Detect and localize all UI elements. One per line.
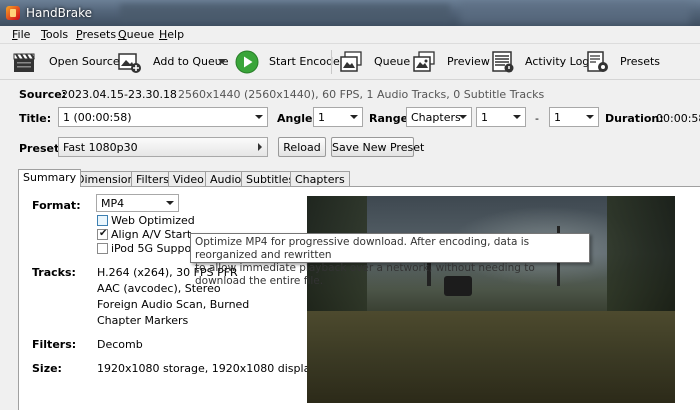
web-optimized-label: Web Optimized bbox=[111, 214, 195, 227]
blurred-background bbox=[460, 2, 690, 24]
duration-value: 00:00:58 bbox=[656, 112, 700, 125]
angle-label: Angle: bbox=[277, 112, 317, 125]
tab-chapters[interactable]: Chapters bbox=[290, 171, 350, 186]
preview-label: Preview bbox=[447, 55, 490, 68]
preset-selector-value: Fast 1080p30 bbox=[63, 141, 138, 154]
title-select-value: 1 (00:00:58) bbox=[63, 111, 132, 124]
menu-tools[interactable]: Tools bbox=[41, 28, 68, 41]
angle-select-value: 1 bbox=[318, 111, 325, 124]
track-item: Chapter Markers bbox=[97, 314, 189, 327]
tracks-label: Tracks: bbox=[32, 266, 76, 279]
format-select[interactable]: MP4 bbox=[96, 194, 179, 212]
chevron-down-icon[interactable] bbox=[218, 59, 226, 65]
activity-log-icon bbox=[492, 51, 514, 73]
activity-log-label: Activity Log bbox=[525, 55, 590, 68]
window-title: HandBrake bbox=[26, 6, 93, 20]
menu-help[interactable]: Help bbox=[159, 28, 184, 41]
size-label: Size: bbox=[32, 362, 62, 375]
toolbar-separator bbox=[331, 50, 332, 74]
toolbar: Open Source Add to Queue Start Encode Qu… bbox=[0, 44, 700, 80]
chevron-right-icon bbox=[258, 143, 262, 151]
preview-image[interactable] bbox=[307, 196, 675, 403]
track-item: Foreign Audio Scan, Burned bbox=[97, 298, 250, 311]
queue-label: Queue bbox=[374, 55, 411, 68]
menu-bar: File Tools Presets Queue Help bbox=[0, 26, 700, 44]
open-source-label: Open Source bbox=[49, 55, 120, 68]
menu-file[interactable]: File bbox=[12, 28, 30, 41]
save-new-preset-button[interactable]: Save New Preset bbox=[331, 137, 424, 157]
window-titlebar: HandBrake bbox=[0, 0, 700, 26]
ipod-label: iPod 5G Support bbox=[111, 242, 201, 255]
play-icon bbox=[235, 50, 259, 74]
angle-select[interactable]: 1 bbox=[313, 107, 363, 127]
format-label: Format: bbox=[32, 199, 81, 212]
presets-gear-icon bbox=[587, 51, 608, 72]
title-label: Title: bbox=[19, 112, 52, 125]
add-image-icon bbox=[118, 53, 141, 73]
tab-summary[interactable]: Summary bbox=[18, 169, 82, 187]
align-av-checkbox[interactable]: ✔ bbox=[97, 228, 108, 240]
range-end-select[interactable]: 1 bbox=[549, 107, 599, 127]
range-start-select[interactable]: 1 bbox=[476, 107, 526, 127]
web-optimized-checkbox[interactable] bbox=[97, 215, 108, 226]
handbrake-app-icon bbox=[6, 6, 20, 20]
tab-video[interactable]: Video bbox=[168, 171, 209, 186]
tooltip-line: to allow immediate playback over a netwo… bbox=[195, 262, 535, 287]
align-av-label: Align A/V Start bbox=[111, 228, 192, 241]
menu-queue[interactable]: Queue bbox=[118, 28, 154, 41]
tooltip-line: Optimize MP4 for progressive download. A… bbox=[195, 236, 530, 261]
menu-presets[interactable]: Presets bbox=[76, 28, 116, 41]
range-type-select[interactable]: Chapters bbox=[406, 107, 472, 127]
presets-label: Presets bbox=[620, 55, 661, 68]
range-end-value: 1 bbox=[554, 111, 561, 124]
filters-value: Decomb bbox=[97, 338, 143, 351]
filters-label: Filters: bbox=[32, 338, 77, 351]
ipod-checkbox[interactable] bbox=[97, 243, 108, 254]
range-start-value: 1 bbox=[481, 111, 488, 124]
range-dash: - bbox=[535, 112, 539, 125]
title-select[interactable]: 1 (00:00:58) bbox=[58, 107, 268, 127]
range-type-value: Chapters bbox=[411, 111, 461, 124]
start-encode-label: Start Encode bbox=[269, 55, 340, 68]
queue-icon bbox=[340, 51, 362, 72]
source-label: Source: bbox=[19, 88, 67, 101]
web-optimized-tooltip: Optimize MP4 for progressive download. A… bbox=[190, 233, 590, 287]
size-value: 1920x1080 storage, 1920x1080 display bbox=[97, 362, 317, 375]
format-select-value: MP4 bbox=[101, 197, 125, 210]
source-info: 2560x1440 (2560x1440), 60 FPS, 1 Audio T… bbox=[178, 88, 545, 101]
duration-label: Duration: bbox=[605, 112, 664, 125]
source-name: 2023.04.15-23.30.18 bbox=[61, 88, 177, 101]
clapperboard-icon bbox=[13, 53, 35, 72]
reload-button[interactable]: Reload bbox=[278, 137, 326, 157]
checkmark-icon: ✔ bbox=[99, 228, 108, 239]
blurred-background bbox=[120, 4, 450, 22]
preset-selector[interactable]: Fast 1080p30 bbox=[58, 137, 268, 157]
preview-icon bbox=[413, 51, 435, 72]
